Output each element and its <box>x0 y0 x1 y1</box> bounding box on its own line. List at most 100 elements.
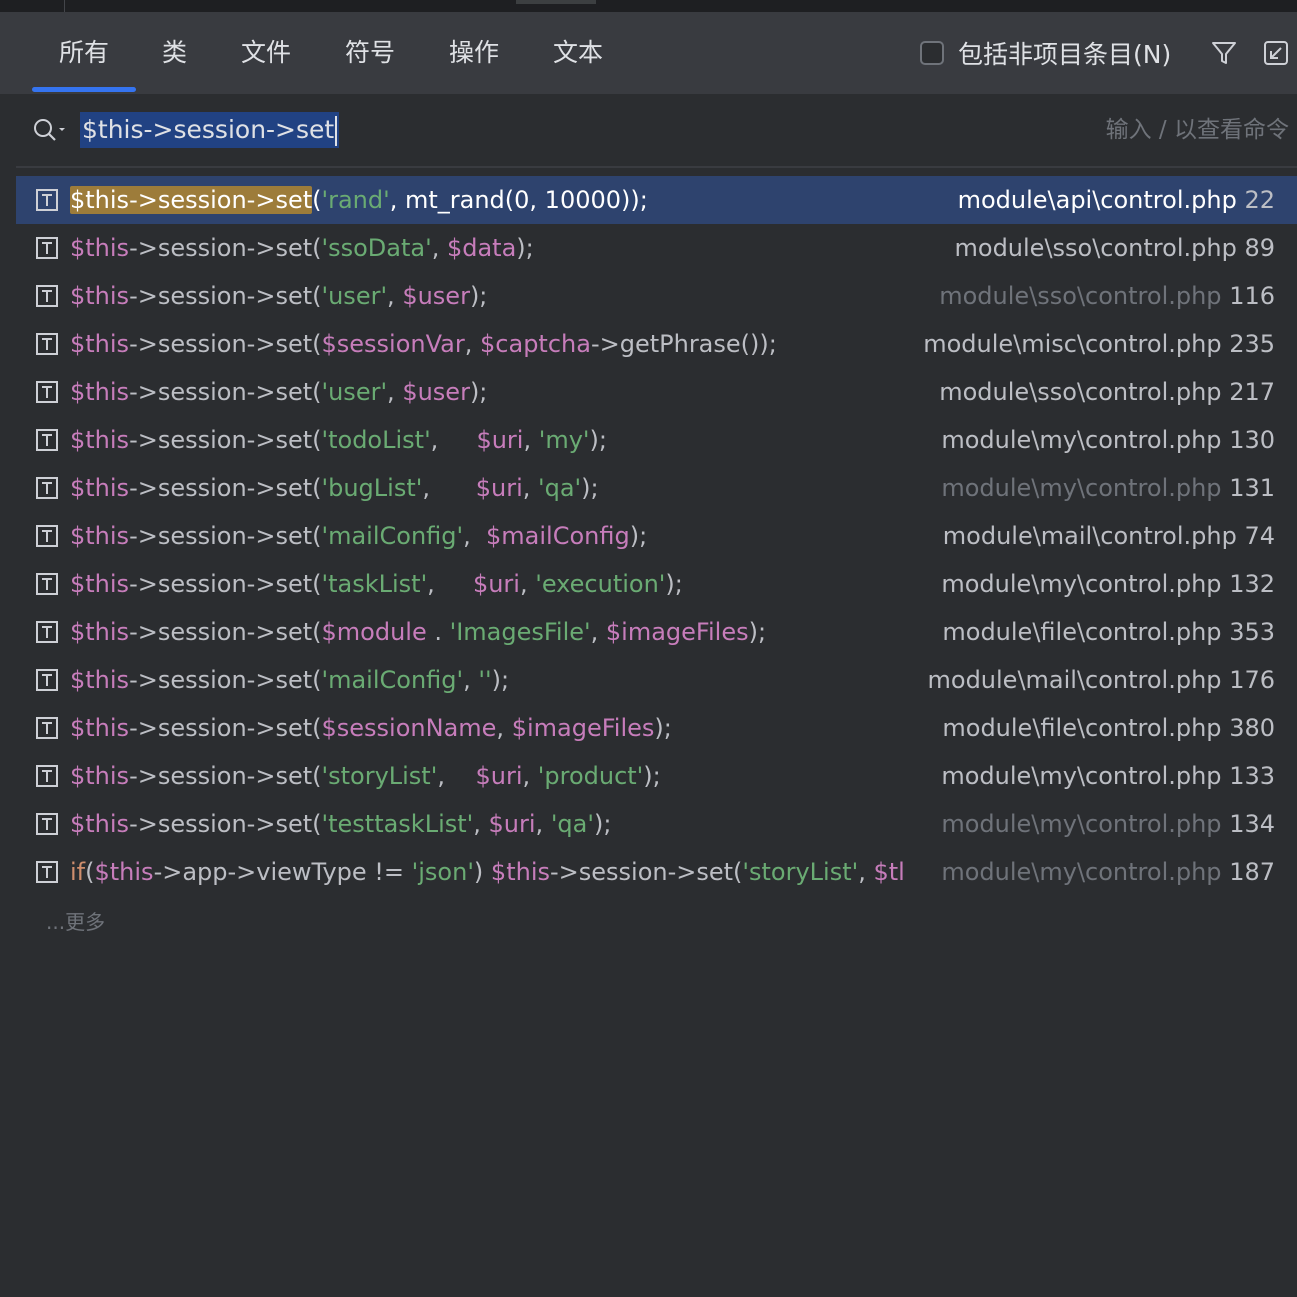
code-rest: ($module . 'ImagesFile', $imageFiles); <box>312 618 767 646</box>
result-code: $this->session->set('user', $user); <box>70 378 488 406</box>
code-rest: ('testtaskList', $uri, 'qa'); <box>312 810 612 838</box>
result-code: if($this->app->viewType != 'json') $this… <box>70 858 905 886</box>
text-result-icon <box>36 573 58 595</box>
result-row[interactable]: $this->session->set('user', $user); modu… <box>16 368 1297 416</box>
line-number: 133 <box>1229 762 1275 790</box>
result-row[interactable]: $this->session->set('mailConfig', $mailC… <box>16 512 1297 560</box>
code-rest: ('rand', mt_rand(0, 10000)); <box>312 186 648 214</box>
search-input[interactable]: $this->session->set <box>80 112 340 148</box>
text-result-icon <box>36 525 58 547</box>
file-path: module\file\control.php <box>942 618 1222 646</box>
line-number: 176 <box>1229 666 1275 694</box>
result-location: module\my\control.php 131 <box>941 464 1275 512</box>
search-query: $this->session->set <box>82 115 335 144</box>
filter-icon[interactable] <box>1210 39 1238 67</box>
file-path: module\api\control.php <box>957 186 1237 214</box>
text-result-icon <box>36 429 58 451</box>
file-path: module\my\control.php <box>941 570 1222 598</box>
text-result-icon <box>36 237 58 259</box>
scroll-thumb[interactable] <box>516 0 596 4</box>
text-result-icon <box>36 189 58 211</box>
file-path: module\my\control.php <box>941 426 1222 454</box>
top-separator <box>64 0 65 12</box>
file-path: module\sso\control.php <box>939 378 1222 406</box>
file-path: module\mail\control.php <box>942 522 1237 550</box>
collapse-icon[interactable] <box>1262 39 1290 67</box>
result-location: module\mail\control.php 74 <box>943 512 1275 560</box>
tab-text[interactable]: 文本 <box>553 12 603 94</box>
file-path: module\sso\control.php <box>939 282 1222 310</box>
tab-files[interactable]: 文件 <box>241 12 291 94</box>
result-location: module\sso\control.php 116 <box>939 272 1275 320</box>
code-rest: ('mailConfig', $mailConfig); <box>312 522 648 550</box>
result-location: module\file\control.php 353 <box>942 608 1275 656</box>
include-non-project-label: 包括非项目条目(N) <box>958 40 1172 69</box>
line-number: 130 <box>1229 426 1275 454</box>
text-result-icon <box>36 381 58 403</box>
result-row[interactable]: if($this->app->viewType != 'json') $this… <box>16 848 1297 896</box>
result-code: $this->session->set($sessionVar, $captch… <box>70 330 777 358</box>
search-hint: 输入 / 以查看命令 <box>1105 117 1289 143</box>
result-row[interactable]: $this->session->set('todoList', $uri, 'm… <box>16 416 1297 464</box>
result-row[interactable]: $this->session->set('storyList', $uri, '… <box>16 752 1297 800</box>
code-rest: ('user', $user); <box>312 378 488 406</box>
text-result-icon <box>36 813 58 835</box>
more-results-link[interactable]: ...更多 <box>46 906 105 935</box>
line-number: 217 <box>1229 378 1275 406</box>
result-row[interactable]: $this->session->set('ssoData', $data); m… <box>16 224 1297 272</box>
file-path: module\misc\control.php <box>923 330 1222 358</box>
result-location: module\sso\control.php 89 <box>955 224 1276 272</box>
result-location: module\sso\control.php 217 <box>939 368 1275 416</box>
line-number: 380 <box>1229 714 1275 742</box>
text-result-icon <box>36 765 58 787</box>
result-row[interactable]: $this->session->set('taskList', $uri, 'e… <box>16 560 1297 608</box>
tab-all[interactable]: 所有 <box>31 12 137 94</box>
result-location: module\api\control.php 22 <box>958 176 1275 224</box>
search-icon[interactable] <box>32 116 68 144</box>
text-result-icon <box>36 669 58 691</box>
result-row[interactable]: $this->session->set($sessionName, $image… <box>16 704 1297 752</box>
result-row[interactable]: $this->session->set($sessionVar, $captch… <box>16 320 1297 368</box>
result-location: module\my\control.php 130 <box>941 416 1275 464</box>
result-location: module\mail\control.php 176 <box>928 656 1276 704</box>
include-non-project[interactable]: 包括非项目条目(N) <box>920 38 1172 69</box>
result-row[interactable]: $this->session->set($module . 'ImagesFil… <box>16 608 1297 656</box>
file-path: module\my\control.php <box>941 762 1222 790</box>
code-rest: ('ssoData', $data); <box>312 234 534 262</box>
result-row[interactable]: $this->session->set('bugList', $uri, 'qa… <box>16 464 1297 512</box>
text-result-icon <box>36 861 58 883</box>
text-result-icon <box>36 333 58 355</box>
result-location: module\my\control.php 132 <box>941 560 1275 608</box>
include-non-project-checkbox[interactable] <box>920 41 944 65</box>
result-location: module\my\control.php 133 <box>941 752 1275 800</box>
line-number: 134 <box>1229 810 1275 838</box>
code-rest: ('todoList', $uri, 'my'); <box>312 426 607 454</box>
line-number: 22 <box>1244 186 1275 214</box>
line-number: 353 <box>1229 618 1275 646</box>
result-row[interactable]: $this->session->set('testtaskList', $uri… <box>16 800 1297 848</box>
result-code: $this->session->set('user', $user); <box>70 282 488 310</box>
tab-symbols[interactable]: 符号 <box>345 12 395 94</box>
result-location: module\misc\control.php 235 <box>923 320 1275 368</box>
file-path: module\my\control.php <box>941 474 1222 502</box>
tab-actions[interactable]: 操作 <box>449 12 499 94</box>
result-code: $this->session->set($module . 'ImagesFil… <box>70 618 767 646</box>
code-rest: ($sessionVar, $captcha->getPhrase()); <box>312 330 777 358</box>
result-row[interactable]: $this->session->set('rand', mt_rand(0, 1… <box>16 176 1297 224</box>
result-code: $this->session->set('testtaskList', $uri… <box>70 810 612 838</box>
result-code: $this->session->set($sessionName, $image… <box>70 714 672 742</box>
result-code: $this->session->set('storyList', $uri, '… <box>70 762 661 790</box>
line-number: 187 <box>1229 858 1275 886</box>
code-rest: ('taskList', $uri, 'execution'); <box>312 570 683 598</box>
tab-classes[interactable]: 类 <box>162 12 187 94</box>
search-row: $this->session->set 输入 / 以查看命令 <box>16 94 1297 168</box>
file-path: module\file\control.php <box>942 714 1222 742</box>
result-location: module\my\control.php 187 <box>941 848 1275 896</box>
line-number: 132 <box>1229 570 1275 598</box>
results-list: $this->session->set('rand', mt_rand(0, 1… <box>16 176 1297 896</box>
result-row[interactable]: $this->session->set('mailConfig', ''); m… <box>16 656 1297 704</box>
line-number: 131 <box>1229 474 1275 502</box>
code-rest: ('user', $user); <box>312 282 488 310</box>
text-result-icon <box>36 477 58 499</box>
result-row[interactable]: $this->session->set('user', $user); modu… <box>16 272 1297 320</box>
